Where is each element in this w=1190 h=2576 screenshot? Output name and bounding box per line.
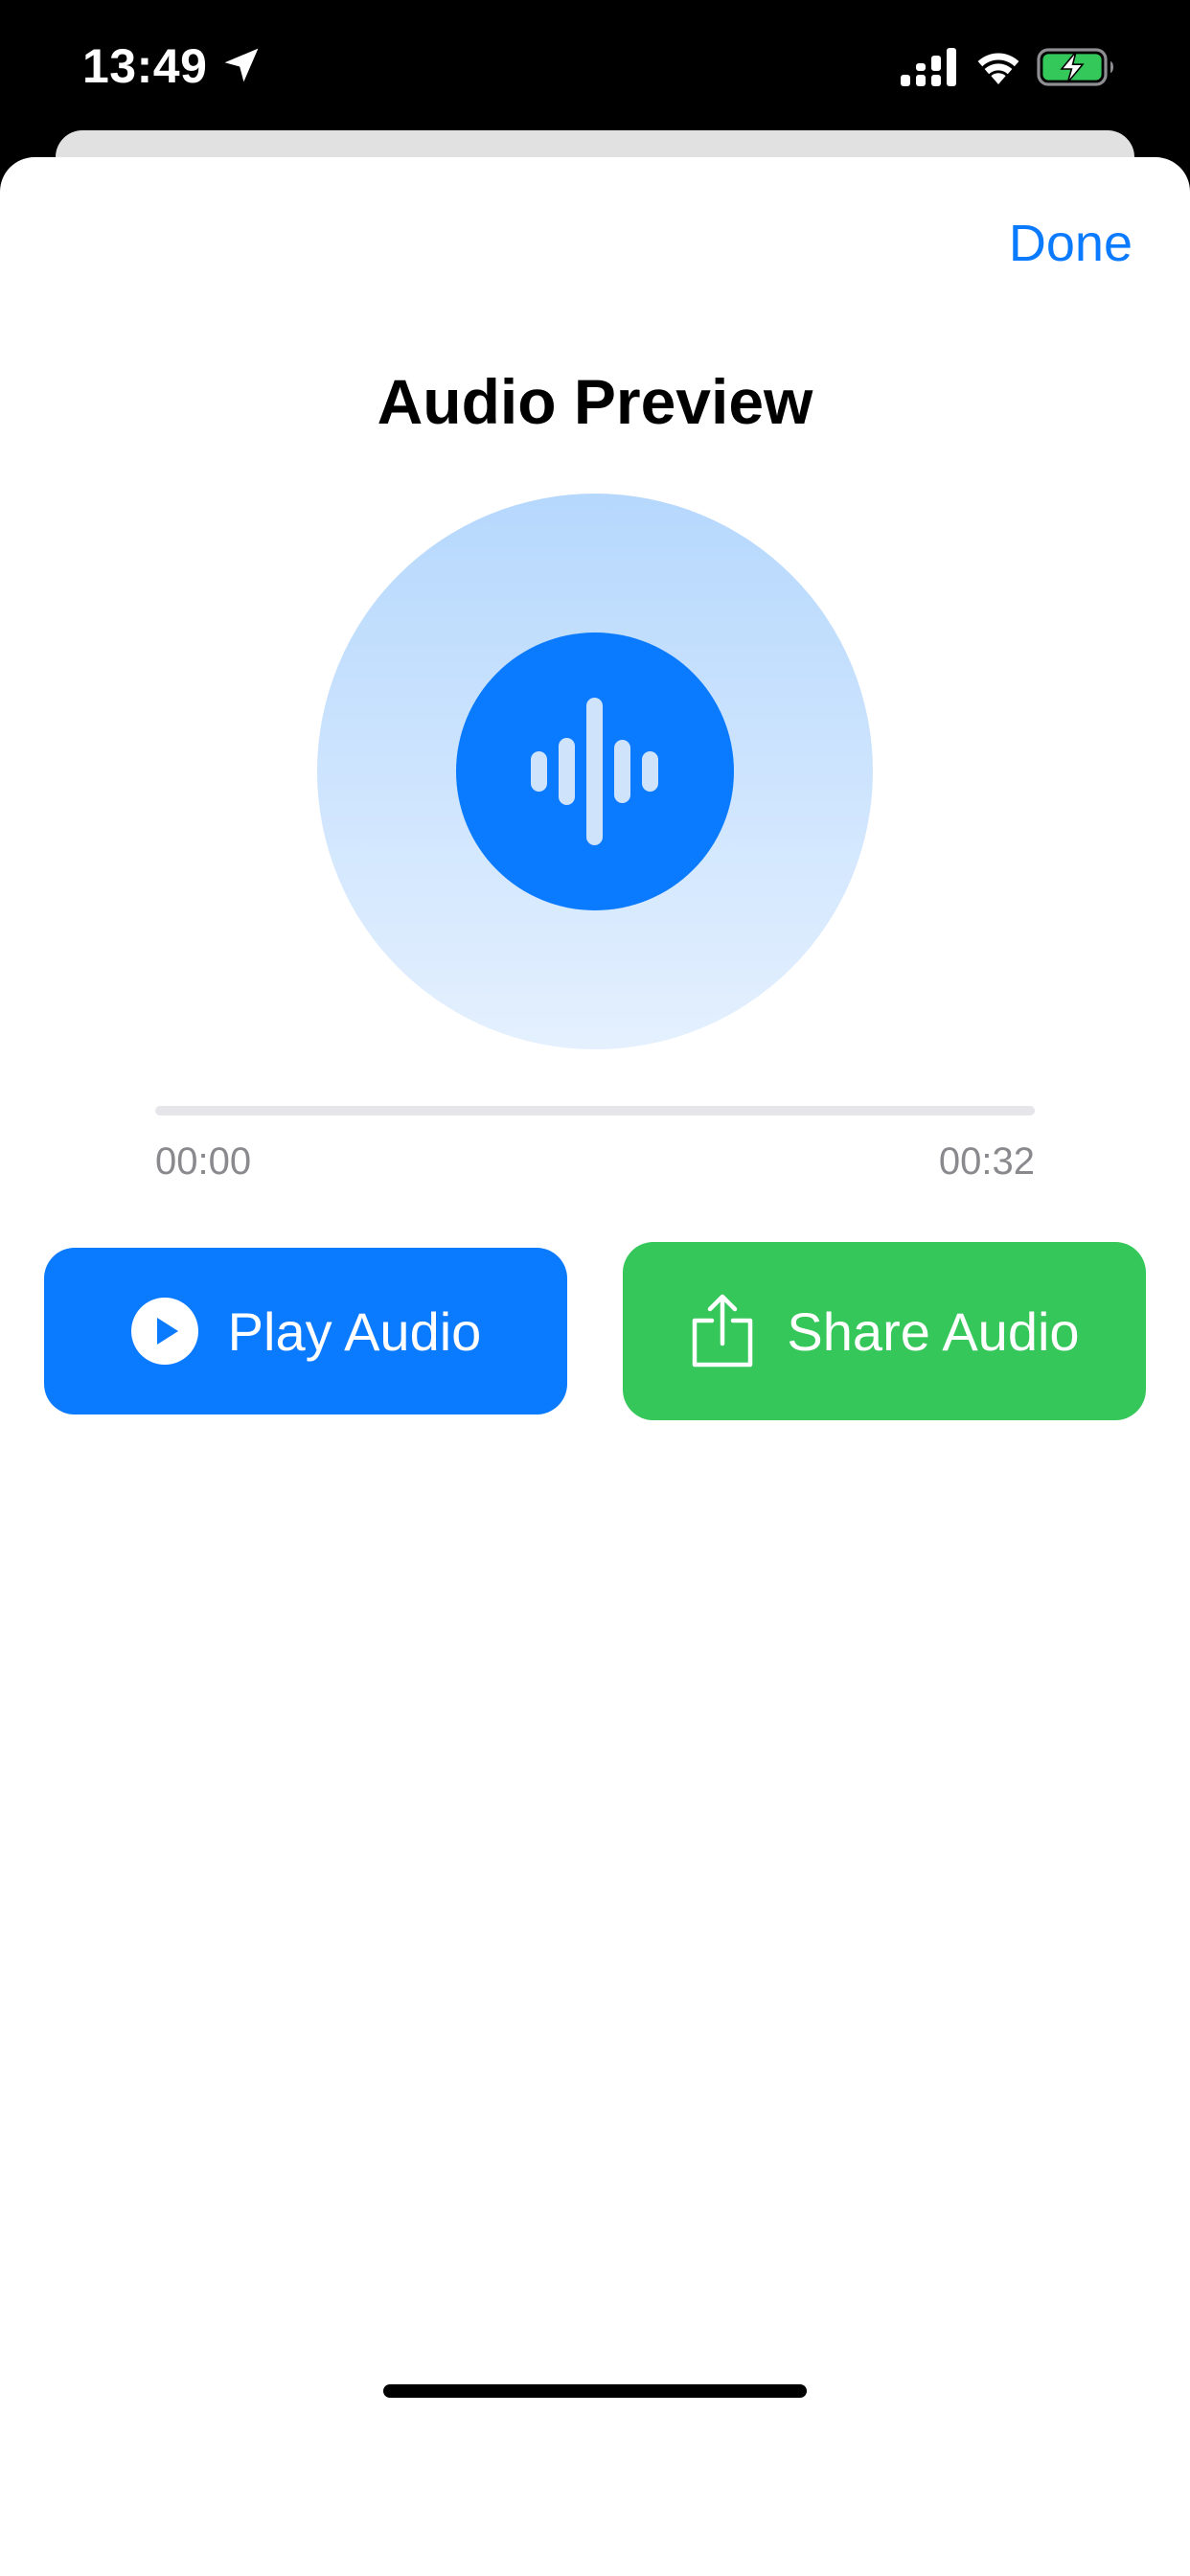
page-title: Audio Preview bbox=[377, 366, 813, 437]
status-time: 13:49 bbox=[82, 39, 208, 93]
playback-progress-bar[interactable] bbox=[155, 1106, 1035, 1116]
share-audio-label: Share Audio bbox=[787, 1300, 1080, 1362]
wifi-icon bbox=[977, 53, 1019, 84]
audio-preview-sheet: Done Audio Preview 00:00 00:32 Play Audi… bbox=[0, 157, 1190, 2576]
elapsed-time: 00:00 bbox=[155, 1140, 252, 1183]
battery-charging-icon bbox=[1037, 48, 1113, 86]
audio-artwork bbox=[317, 494, 873, 1049]
artwork-inner-circle bbox=[456, 632, 734, 910]
total-time: 00:32 bbox=[938, 1140, 1035, 1183]
status-bar: 13:49 bbox=[0, 0, 1190, 134]
home-indicator bbox=[383, 2384, 807, 2398]
done-button[interactable]: Done bbox=[1009, 205, 1133, 282]
play-audio-label: Play Audio bbox=[227, 1300, 482, 1362]
waveform-icon bbox=[531, 698, 658, 845]
play-circle-icon bbox=[130, 1298, 198, 1365]
cellular-signal-icon bbox=[901, 48, 956, 86]
location-arrow-icon bbox=[224, 48, 259, 82]
play-audio-button[interactable]: Play Audio bbox=[44, 1248, 567, 1414]
share-icon bbox=[693, 1294, 753, 1368]
share-audio-button[interactable]: Share Audio bbox=[623, 1242, 1146, 1420]
